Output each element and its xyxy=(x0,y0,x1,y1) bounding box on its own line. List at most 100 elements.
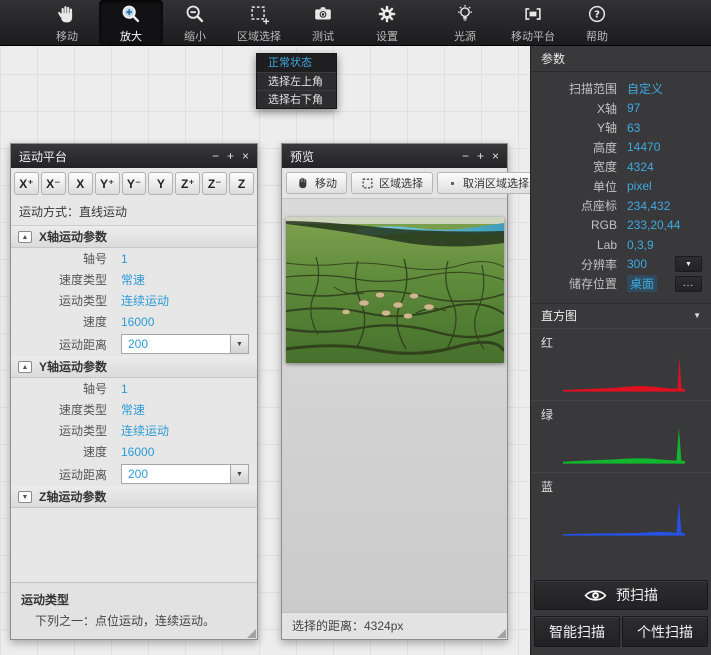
region-select-button[interactable]: 区域选择 xyxy=(351,172,433,194)
panel-close-button[interactable]: × xyxy=(242,150,249,162)
param-value: 常速 xyxy=(121,271,145,288)
param-row-storage: 储存位置 桌面 ... xyxy=(531,274,711,294)
panel-minimize-button[interactable]: − xyxy=(212,150,219,162)
axis-button-x[interactable]: X xyxy=(68,172,93,195)
menu-item-select-bottom-right[interactable]: 选择右下角 xyxy=(257,90,336,108)
chevron-down-icon[interactable]: ▼ xyxy=(230,335,248,353)
panel-header: 运动平台 − + × xyxy=(11,144,257,168)
cancel-region-icon xyxy=(447,178,458,189)
toolbar-item-help[interactable]: ? 帮助 xyxy=(565,0,629,45)
footer-text: 下列之一：点位运动，连续运动。 xyxy=(21,612,247,629)
param-label: 速度 xyxy=(11,443,107,460)
panel-maximize-button[interactable]: + xyxy=(477,150,484,162)
param-label: 速度类型 xyxy=(11,401,107,418)
section-header-x-axis[interactable]: ▲ X轴运动参数 xyxy=(11,226,257,248)
histogram-green: 绿 xyxy=(531,400,711,472)
toolbar-item-zoom-out[interactable]: 缩小 xyxy=(163,0,227,45)
param-row: 速度 16000 xyxy=(11,311,257,332)
status-bar: 选择的距离：4324px xyxy=(282,612,507,639)
axis-button-z-minus[interactable]: Z⁻ xyxy=(202,172,227,195)
axis-button-z[interactable]: Z xyxy=(229,172,254,195)
param-row: 宽度 4324 xyxy=(531,157,711,177)
histogram-header[interactable]: 直方图 ▼ xyxy=(531,304,711,328)
param-row: 运动类型 连续运动 xyxy=(11,420,257,441)
params-rows: 扫描范围 自定义 X轴 97 Y轴 63 高度 14470 宽度 4324 单位… xyxy=(531,72,711,294)
section-header-y-axis[interactable]: ▲ Y轴运动参数 xyxy=(11,356,257,378)
histogram-label: 蓝 xyxy=(541,478,701,495)
panel-title: 运动平台 xyxy=(19,148,212,165)
toolbar-item-label: 缩小 xyxy=(184,28,206,44)
prescan-button[interactable]: 预扫描 xyxy=(534,580,708,610)
param-label: 轴号 xyxy=(11,250,107,267)
param-row: Lab 0,3,9 xyxy=(531,235,711,255)
param-row: 运动类型 连续运动 xyxy=(11,290,257,311)
zoom-out-icon xyxy=(184,2,206,26)
axis-button-z-plus[interactable]: Z⁺ xyxy=(175,172,200,195)
toolbar-item-label: 测试 xyxy=(312,28,334,44)
collapse-up-icon: ▲ xyxy=(18,361,32,373)
params-title: 参数 xyxy=(531,46,711,72)
histogram-red: 红 xyxy=(531,328,711,400)
axis-button-y-minus[interactable]: Y⁻ xyxy=(122,172,147,195)
y-distance-combobox[interactable]: 200 ▼ xyxy=(121,464,249,484)
hand-icon xyxy=(56,2,78,26)
toolbar-item-platform[interactable]: 移动平台 xyxy=(501,0,565,45)
region-select-menu: 正常状态 选择左上角 选择右下角 xyxy=(256,53,337,109)
param-label: 速度类型 xyxy=(11,271,107,288)
storage-browse-button[interactable]: ... xyxy=(675,276,702,292)
cancel-region-select-button[interactable]: 取消区域选择 xyxy=(437,172,539,194)
axis-button-x-minus[interactable]: X⁻ xyxy=(41,172,66,195)
resize-grip[interactable] xyxy=(247,629,256,638)
toolbar-item-settings[interactable]: 设置 xyxy=(355,0,419,45)
storage-value[interactable]: 桌面 xyxy=(627,275,657,292)
menu-item-select-top-left[interactable]: 选择左上角 xyxy=(257,72,336,90)
preview-image[interactable] xyxy=(286,217,504,363)
toolbar-item-test[interactable]: 测试 xyxy=(291,0,355,45)
camera-icon xyxy=(312,2,334,26)
chevron-down-icon[interactable]: ▼ xyxy=(230,465,248,483)
chevron-down-icon: ▼ xyxy=(693,311,701,320)
platform-icon xyxy=(521,2,545,26)
panel-maximize-button[interactable]: + xyxy=(227,150,234,162)
panel-close-button[interactable]: × xyxy=(492,150,499,162)
param-row: 单位 pixel xyxy=(531,177,711,197)
x-distance-combobox[interactable]: 200 ▼ xyxy=(121,334,249,354)
toolbar-item-label: 光源 xyxy=(454,28,476,44)
toolbar-item-region-select[interactable]: 区域选择 xyxy=(227,0,291,45)
region-select-icon xyxy=(248,2,270,26)
panel-minimize-button[interactable]: − xyxy=(462,150,469,162)
toolbar-item-light-source[interactable]: 光源 xyxy=(433,0,497,45)
toolbar-item-move[interactable]: 移动 xyxy=(35,0,99,45)
param-label: 速度 xyxy=(11,313,107,330)
param-value: 1 xyxy=(121,252,128,266)
axis-button-y-plus[interactable]: Y⁺ xyxy=(95,172,120,195)
param-row: X轴 97 xyxy=(531,99,711,119)
combobox-value: 200 xyxy=(122,465,230,483)
resolution-dropdown-button[interactable]: ▼ xyxy=(675,256,702,272)
custom-scan-button[interactable]: 个性扫描 xyxy=(622,616,708,647)
param-row: 轴号 1 xyxy=(11,248,257,269)
param-row: 运动距离 200 ▼ xyxy=(11,332,257,356)
menu-item-normal-state[interactable]: 正常状态 xyxy=(257,54,336,72)
toolbar-item-label: 移动平台 xyxy=(511,28,555,44)
resize-grip[interactable] xyxy=(497,629,506,638)
zoom-in-icon xyxy=(120,2,142,26)
smart-scan-button[interactable]: 智能扫描 xyxy=(534,616,620,647)
histogram-label: 绿 xyxy=(541,406,701,423)
scan-range-value[interactable]: 自定义 xyxy=(627,80,663,97)
preview-canvas xyxy=(282,199,507,612)
param-row: 运动距离 200 ▼ xyxy=(11,462,257,486)
axis-button-y[interactable]: Y xyxy=(148,172,173,195)
histogram-plot-red xyxy=(563,354,685,392)
panel-controls: − + × xyxy=(462,150,499,162)
histogram-blue: 蓝 xyxy=(531,472,711,544)
motion-mode-label: 运动方式：直线运动 xyxy=(11,199,257,226)
axis-button-x-plus[interactable]: X⁺ xyxy=(14,172,39,195)
toolbar-item-zoom-in[interactable]: 放大 xyxy=(99,0,163,45)
param-row: RGB 233,20,44 xyxy=(531,216,711,236)
param-row: 扫描范围 自定义 xyxy=(531,79,711,99)
histogram-plot-blue xyxy=(563,498,685,536)
section-header-z-axis[interactable]: ▼ Z轴运动参数 xyxy=(11,486,257,508)
move-button[interactable]: 移动 xyxy=(286,172,347,194)
toolbar-item-label: 帮助 xyxy=(586,28,608,44)
